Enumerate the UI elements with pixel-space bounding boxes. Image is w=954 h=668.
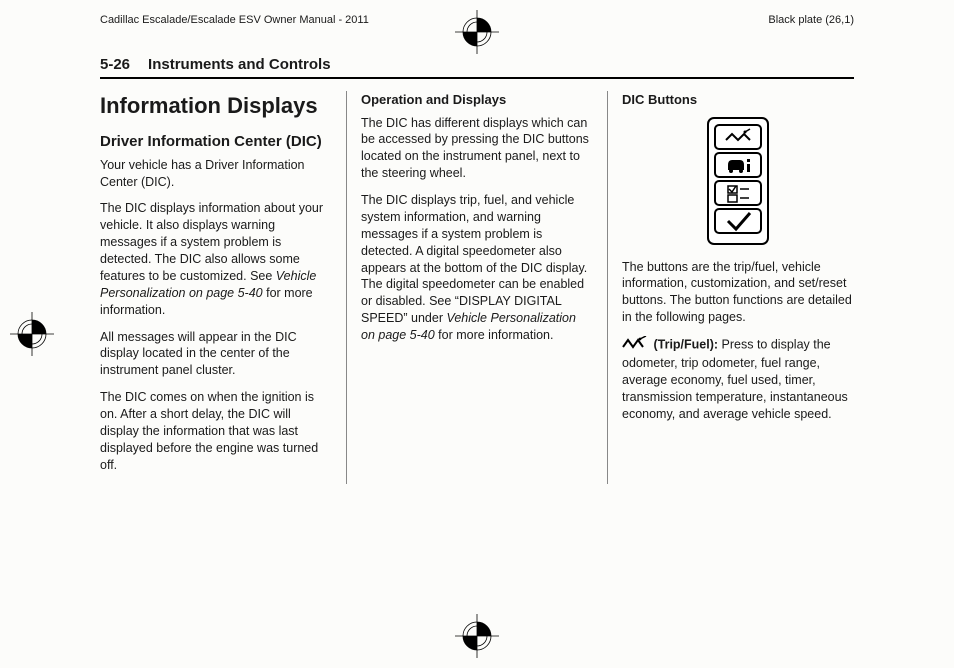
col1-p4: The DIC comes on when the ignition is on…: [100, 389, 332, 473]
col1-p1: Your vehicle has a Driver Information Ce…: [100, 157, 332, 191]
section-title: Instruments and Controls: [148, 56, 331, 73]
heading-operation-displays: Operation and Displays: [361, 91, 593, 109]
page-header: 5-26 Instruments and Controls: [100, 56, 854, 79]
trip-fuel-label: (Trip/Fuel):: [650, 338, 718, 352]
heading-dic: Driver Information Center (DIC): [100, 133, 332, 151]
plate-label: Black plate (26,1): [768, 14, 854, 26]
column-2: Operation and Displays The DIC has diffe…: [347, 91, 608, 484]
manual-title: Cadillac Escalade/Escalade ESV Owner Man…: [100, 14, 369, 26]
heading-dic-buttons: DIC Buttons: [622, 91, 854, 109]
page-number: 5-26: [100, 56, 130, 73]
col2-p2: The DIC displays trip, fuel, and vehicle…: [361, 192, 593, 344]
dic-button-panel-illustration: [707, 117, 769, 245]
col3-p1: The buttons are the trip/fuel, vehicle i…: [622, 259, 854, 327]
content-columns: Information Displays Driver Information …: [100, 91, 854, 484]
col1-p3: All messages will appear in the DIC disp…: [100, 329, 332, 380]
column-3: DIC Buttons: [608, 91, 854, 484]
col1-p2: The DIC displays information about your …: [100, 200, 332, 318]
registration-mark-bottom: [455, 614, 499, 658]
heading-information-displays: Information Displays: [100, 91, 332, 121]
col3-trip-fuel: (Trip/Fuel): Press to display the odomet…: [622, 336, 854, 422]
trip-fuel-icon: [622, 336, 648, 355]
registration-mark-left: [10, 312, 54, 356]
column-1: Information Displays Driver Information …: [100, 91, 347, 484]
registration-mark-top: [455, 10, 499, 54]
col2-p1: The DIC has different displays which can…: [361, 115, 593, 183]
